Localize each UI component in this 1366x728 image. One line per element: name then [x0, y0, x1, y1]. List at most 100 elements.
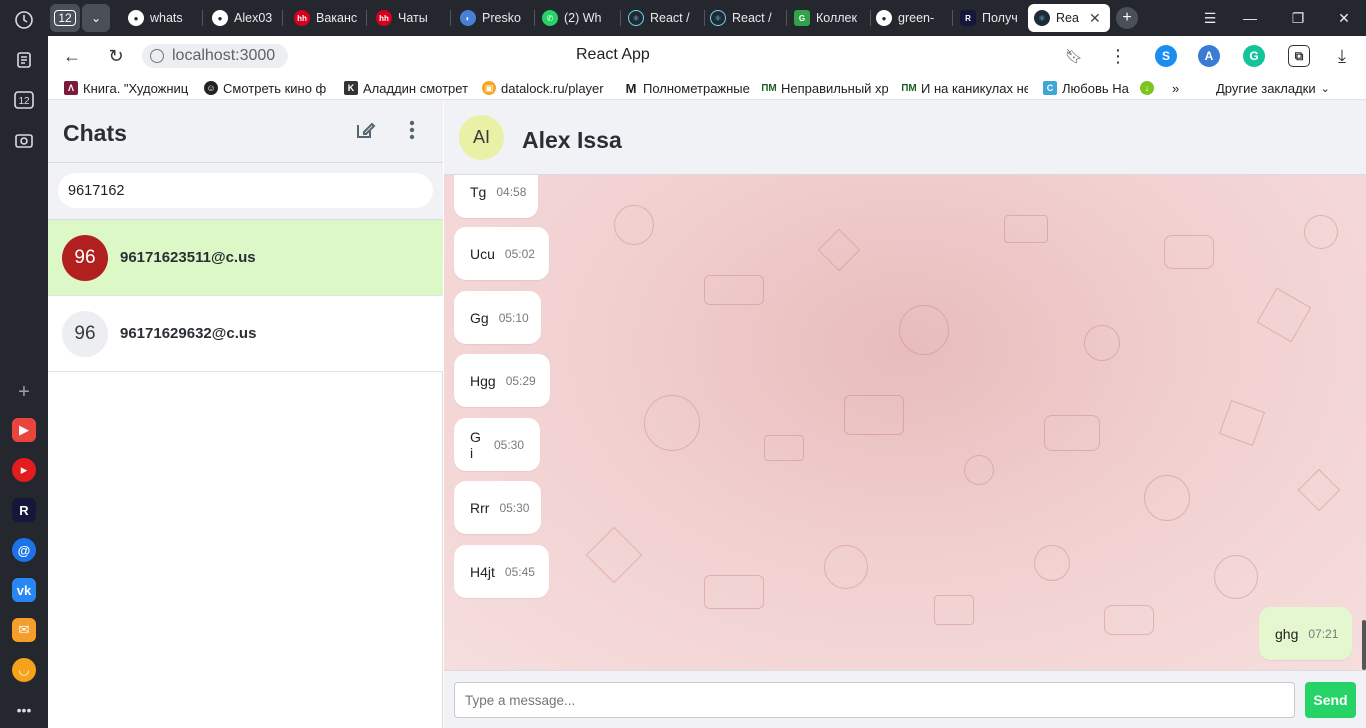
- video-app-icon[interactable]: ▶: [12, 418, 36, 442]
- more-icon[interactable]: •••: [12, 698, 36, 722]
- bookmark-item[interactable]: C Любовь На: [1043, 79, 1129, 97]
- tab-count-icon[interactable]: 12: [12, 88, 36, 112]
- message-bubble[interactable]: Gg 05:10: [454, 291, 541, 344]
- tab[interactable]: ⚛ React /: [622, 4, 700, 32]
- message-bubble[interactable]: Ucu 05:02: [454, 227, 549, 280]
- bookmark-label: Неправильный хр: [781, 80, 888, 96]
- bookmarks-overflow[interactable]: »: [1172, 79, 1188, 97]
- mail-ru-icon[interactable]: @: [12, 538, 36, 562]
- screenshot-icon[interactable]: [12, 128, 36, 152]
- chat-name: 96171629632@c.us: [120, 325, 257, 342]
- tab[interactable]: ✆ (2) Wh: [536, 4, 616, 32]
- screen: 12 + ▶ ▸ R @ vk ✉ ◡ ••• 12 ⌄ ● whats ● A…: [0, 0, 1366, 728]
- browser-sidebar: 12 + ▶ ▸ R @ vk ✉ ◡ •••: [0, 0, 48, 728]
- movie-icon: ☺: [204, 81, 218, 95]
- bookmark-item[interactable]: Λ Книга. "Художниц: [64, 79, 192, 97]
- svg-text:12: 12: [18, 96, 30, 107]
- chat-list-item-selected[interactable]: 96 96171623511@c.us: [48, 220, 443, 296]
- more-options-icon[interactable]: [400, 118, 424, 142]
- message-bubble-outgoing[interactable]: ghg 07:21: [1259, 607, 1352, 660]
- url-field[interactable]: localhost:3000: [142, 44, 288, 68]
- tab[interactable]: G Коллек: [788, 4, 868, 32]
- tab[interactable]: hh Ваканс: [288, 4, 362, 32]
- bookmark-item[interactable]: ☺ Смотреть кино ф: [204, 79, 330, 97]
- tab[interactable]: ● whats: [122, 4, 200, 32]
- message-time: 04:58: [496, 184, 527, 199]
- download-arrow-icon[interactable]: ↓: [1140, 79, 1158, 97]
- scrollbar-thumb[interactable]: [1362, 620, 1366, 670]
- bookmark-label: Любовь На: [1062, 80, 1129, 96]
- restore-icon[interactable]: ❐: [1286, 6, 1310, 30]
- chats-panel: Chats 96 96171623511@c.us 96 96171629632…: [48, 100, 443, 728]
- bookmark-item[interactable]: M Полнометражные: [624, 79, 750, 97]
- message-text: Hgg: [470, 372, 496, 389]
- search-container: [48, 163, 443, 220]
- message-time: 05:10: [498, 310, 529, 325]
- message-bubble[interactable]: Rrr 05:30: [454, 481, 541, 534]
- tab-active[interactable]: ⚛ Rea ✕: [1028, 4, 1110, 32]
- bookmark-label: Аладдин смотреть: [363, 80, 468, 96]
- bookmark-item[interactable]: ▣ datalock.ru/player: [482, 79, 608, 97]
- menu-icon[interactable]: ☰: [1198, 6, 1222, 30]
- close-window-icon[interactable]: ✕: [1332, 6, 1356, 30]
- tab[interactable]: ● Alex03: [206, 4, 278, 32]
- send-button[interactable]: Send: [1305, 682, 1356, 718]
- presko-icon: ◐: [460, 10, 476, 26]
- bookmark-icon[interactable]: 🔖︎: [1062, 44, 1086, 68]
- message-bubble[interactable]: G i 05:30: [454, 418, 540, 471]
- bookmark-item[interactable]: ПМ И на каникулах не: [902, 79, 1028, 97]
- shazam-icon[interactable]: S: [1155, 45, 1177, 67]
- search-input[interactable]: [58, 173, 433, 208]
- tab[interactable]: R Получ: [954, 4, 1026, 32]
- add-panel-icon[interactable]: +: [12, 380, 36, 404]
- close-tab-icon[interactable]: ✕: [1089, 10, 1101, 27]
- minimize-icon[interactable]: —: [1238, 6, 1262, 30]
- other-bookmarks[interactable]: Другие закладки ⌄: [1216, 79, 1346, 97]
- r-app-icon[interactable]: R: [12, 498, 36, 522]
- reload-icon[interactable]: ↻: [104, 44, 128, 68]
- vk-icon[interactable]: vk: [12, 578, 36, 602]
- bookmark-item[interactable]: K Аладдин смотреть: [344, 79, 468, 97]
- tab-label: Presko: [482, 11, 521, 25]
- back-arrow-icon[interactable]: ←: [60, 44, 84, 68]
- message-text: G i: [470, 428, 481, 461]
- music-app-icon[interactable]: ▸: [12, 458, 36, 482]
- collections-icon[interactable]: [12, 48, 36, 72]
- m-icon: M: [624, 80, 638, 96]
- tab-list-chevron-icon[interactable]: ⌄: [82, 4, 110, 32]
- message-text: Rrr: [470, 499, 490, 516]
- tab-count-button[interactable]: 12: [50, 4, 80, 32]
- more-vertical-icon[interactable]: ⋮: [1106, 44, 1130, 68]
- tab-count-label: 12: [54, 10, 76, 26]
- messenger-app-icon[interactable]: ◡: [12, 658, 36, 682]
- message-bubble[interactable]: Tg 04:58: [454, 175, 538, 218]
- site-info-icon[interactable]: [150, 49, 164, 63]
- history-icon[interactable]: [12, 8, 36, 32]
- contact-avatar[interactable]: AI: [459, 115, 504, 160]
- tab[interactable]: ⚛ React /: [704, 4, 782, 32]
- react-icon: ⚛: [710, 10, 726, 26]
- extensions-icon[interactable]: ⧉: [1288, 45, 1310, 67]
- tab-label: React /: [732, 11, 772, 25]
- new-tab-icon[interactable]: +: [1116, 7, 1138, 29]
- chat-list-item[interactable]: 96 96171629632@c.us: [48, 296, 443, 372]
- mail-app-icon[interactable]: ✉: [12, 618, 36, 642]
- tab-label: React /: [650, 11, 690, 25]
- message-input[interactable]: [454, 682, 1295, 718]
- messages-area[interactable]: Tg 04:58 Ucu 05:02 Gg 05:10 Hgg 05:29 G …: [444, 175, 1366, 670]
- message-time: 05:30: [499, 500, 530, 515]
- message-bubble[interactable]: H4jt 05:45: [454, 545, 549, 598]
- grammarly-icon[interactable]: G: [1243, 45, 1265, 67]
- tab-label: Rea: [1056, 11, 1079, 25]
- chats-header: Chats: [48, 100, 443, 163]
- download-icon[interactable]: ⤓: [1330, 44, 1354, 68]
- bookmark-item[interactable]: ПМ Неправильный хр: [762, 79, 888, 97]
- pm-icon: ПМ: [762, 81, 777, 95]
- tab[interactable]: hh Чаты: [370, 4, 446, 32]
- tab[interactable]: ● green-: [870, 4, 950, 32]
- extension-a-icon[interactable]: A: [1198, 45, 1220, 67]
- message-bubble[interactable]: Hgg 05:29: [454, 354, 550, 407]
- tab-label: green-: [898, 11, 935, 25]
- new-chat-icon[interactable]: [353, 118, 377, 142]
- tab[interactable]: ◐ Presko: [454, 4, 530, 32]
